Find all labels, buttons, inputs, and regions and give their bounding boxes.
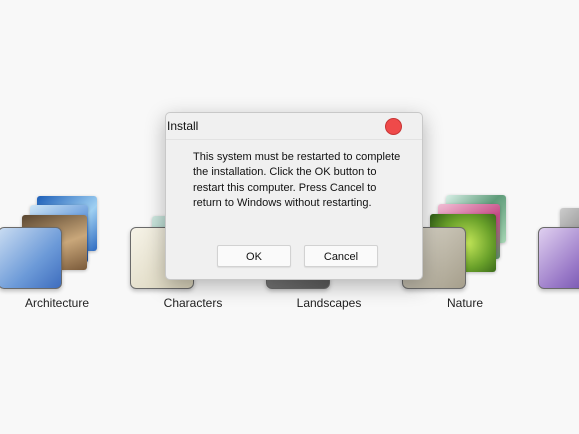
dialog-title: Install (167, 119, 199, 133)
theme-label: Characters (163, 296, 223, 310)
theme-architecture[interactable]: Architecture (0, 190, 122, 315)
close-icon[interactable] (385, 118, 402, 135)
ok-button[interactable]: OK (217, 245, 291, 267)
install-dialog: Install This system must be restarted to… (165, 112, 423, 280)
dialog-message: This system must be restarted to complet… (193, 151, 401, 209)
theme-label: Architecture (24, 296, 90, 310)
dialog-titlebar[interactable]: Install (166, 113, 422, 140)
theme-label: Landscapes (296, 296, 362, 310)
theme-label: Nature (446, 296, 484, 310)
theme-partial-right[interactable] (536, 190, 579, 315)
cancel-button[interactable]: Cancel (304, 245, 378, 267)
